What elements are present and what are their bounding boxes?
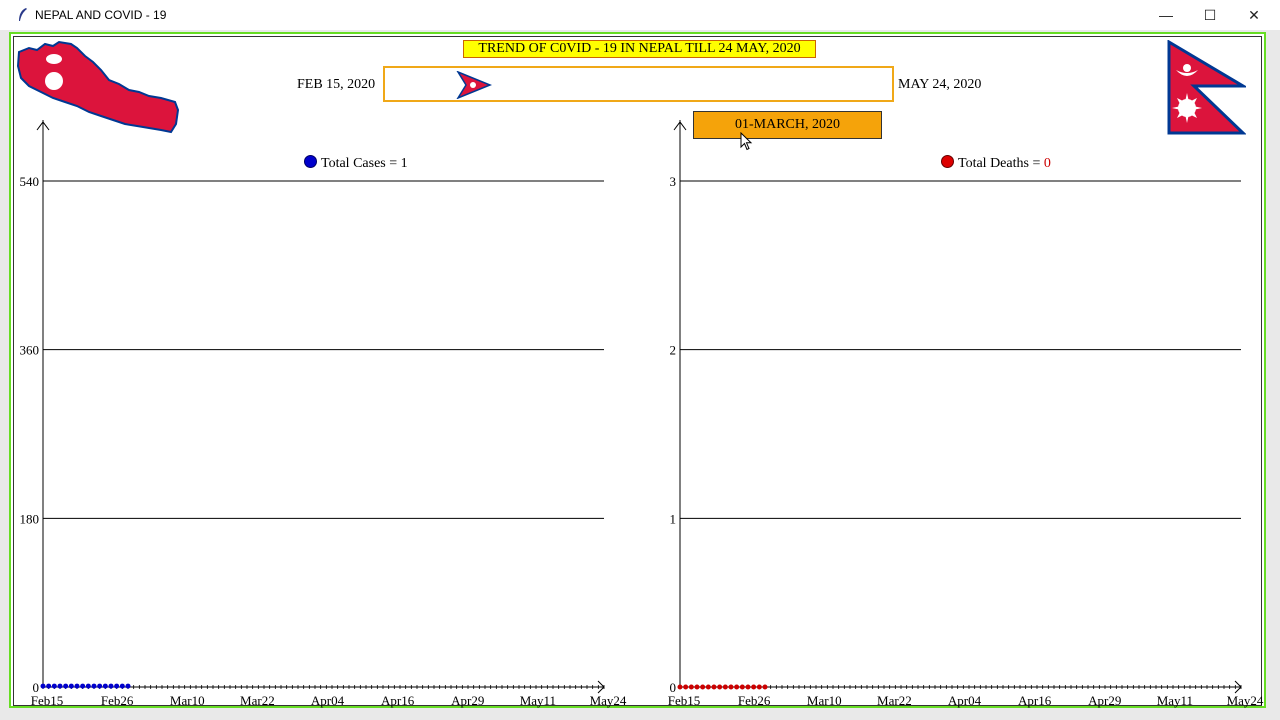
- cases-x-tick-label: Apr29: [451, 693, 484, 708]
- cases-data-point: [63, 683, 69, 689]
- deaths-data-point: [700, 684, 706, 690]
- deaths-x-tick-label: Feb26: [738, 693, 771, 708]
- cases-data-point: [51, 683, 57, 689]
- cases-y-tick-label: 540: [20, 174, 40, 189]
- deaths-x-tick-label: Mar10: [807, 693, 842, 708]
- deaths-data-point: [677, 684, 683, 690]
- deaths-x-tick-label: Feb15: [668, 693, 701, 708]
- mouse-cursor-icon: [740, 132, 753, 151]
- deaths-data-point: [711, 684, 717, 690]
- cases-data-point: [40, 683, 46, 689]
- deaths-x-tick-label: Apr16: [1018, 693, 1052, 708]
- charts-canvas: 0180360540Feb15 Feb26 Mar10 Mar22 Apr04 Apr16…: [20, 120, 1264, 708]
- deaths-x-tick-label: May24: [1227, 693, 1264, 708]
- deaths-data-point: [739, 684, 745, 690]
- deaths-data-point: [705, 684, 711, 690]
- deaths-x-tick-label: Apr29: [1088, 693, 1121, 708]
- cases-y-tick-label: 180: [20, 511, 40, 526]
- cases-data-point: [46, 683, 52, 689]
- deaths-data-point: [756, 684, 762, 690]
- deaths-data-point: [688, 684, 694, 690]
- cases-y-tick-label: 360: [20, 343, 40, 358]
- cases-x-tick-label: May11: [520, 693, 556, 708]
- cases-x-tick-label: Mar22: [240, 693, 275, 708]
- deaths-y-tick-label: 2: [670, 343, 677, 358]
- cases-data-point: [74, 683, 80, 689]
- cases-data-point: [68, 683, 74, 689]
- deaths-y-tick-label: 3: [670, 174, 677, 189]
- deaths-y-tick-label: 1: [670, 511, 677, 526]
- deaths-data-point: [762, 684, 768, 690]
- deaths-data-point: [751, 684, 757, 690]
- cases-data-point: [97, 683, 103, 689]
- deaths-data-point: [694, 684, 700, 690]
- cases-x-tick-label: Feb15: [31, 693, 64, 708]
- cases-data-point: [108, 683, 114, 689]
- deaths-x-tick-label: May11: [1157, 693, 1193, 708]
- cases-data-point: [85, 683, 91, 689]
- deaths-data-point: [745, 684, 751, 690]
- deaths-data-point: [717, 684, 723, 690]
- cases-x-tick-label: Apr04: [311, 693, 345, 708]
- cases-data-point: [114, 683, 120, 689]
- cases-data-point: [91, 683, 97, 689]
- cases-data-point: [57, 683, 63, 689]
- deaths-data-point: [722, 684, 728, 690]
- cases-x-tick-label: Mar10: [170, 693, 205, 708]
- cases-data-point: [102, 683, 108, 689]
- cases-x-tick-label: May24: [590, 693, 627, 708]
- deaths-data-point: [734, 684, 740, 690]
- deaths-data-point: [728, 684, 734, 690]
- cases-x-tick-label: Feb26: [101, 693, 134, 708]
- cases-data-point: [125, 683, 131, 689]
- cases-x-tick-label: Apr16: [381, 693, 415, 708]
- cases-data-point: [119, 683, 125, 689]
- deaths-data-point: [683, 684, 689, 690]
- cases-data-point: [80, 683, 86, 689]
- deaths-x-tick-label: Mar22: [877, 693, 912, 708]
- deaths-x-tick-label: Apr04: [948, 693, 982, 708]
